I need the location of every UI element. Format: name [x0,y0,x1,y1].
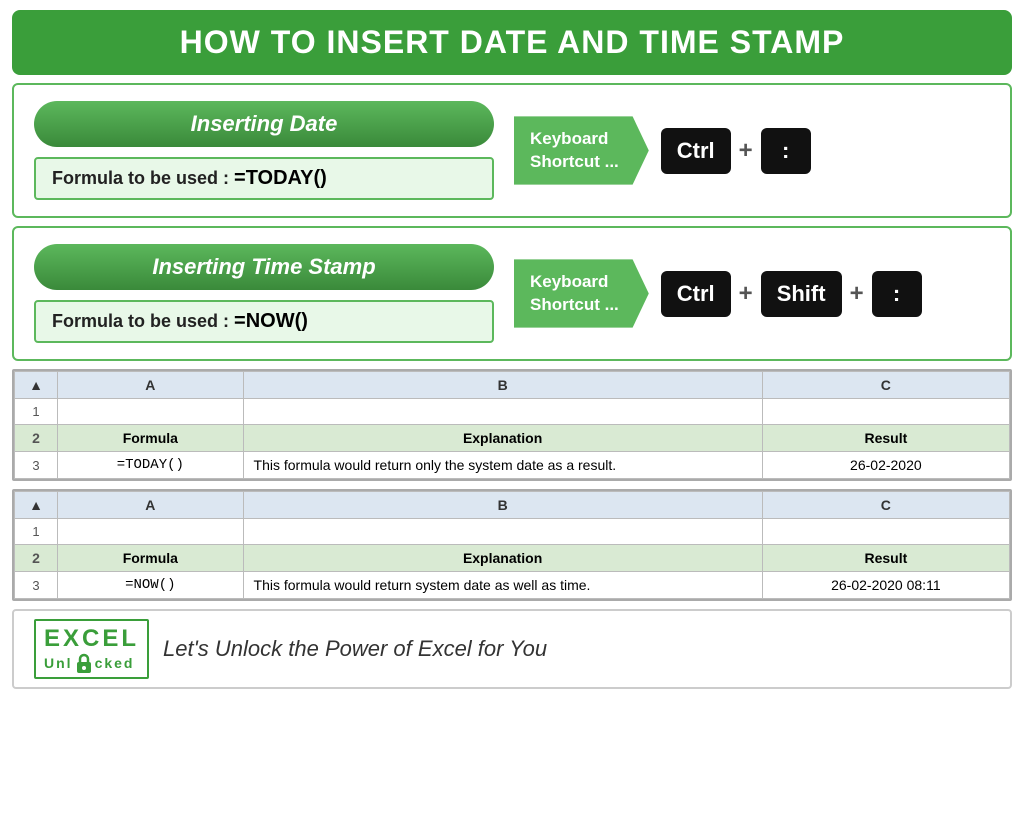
table-now-header: ▲ A B C [15,492,1010,519]
logo-excel-word: EXCEL [44,625,139,653]
key-ctrl-date: Ctrl [661,128,731,174]
footer-tagline: Let's Unlock the Power of Excel for You [163,636,547,662]
row3-num2: 3 [15,572,58,599]
section-date-title-btn: Inserting Date [34,101,494,147]
key-colon-date: : [761,128,811,174]
keys-row-time: Ctrl + Shift + : [661,271,922,317]
key-colon-label: : [782,138,789,163]
col-c-header: C [762,372,1009,399]
table-now-row2: 2 Formula Explanation Result [15,545,1010,572]
keys-row-date: Ctrl + : [661,128,811,174]
lock-icon [75,653,93,673]
row2-result-header2: Result [762,545,1009,572]
row3-formula-cell: =TODAY() [58,452,243,479]
row2-explanation-header: Explanation [243,425,762,452]
keyboard-shortcut-label-time: KeyboardShortcut ... [514,259,649,327]
table-today-header: ▲ A B C [15,372,1010,399]
title-bar: HOW TO INSERT DATE AND TIME STAMP [12,10,1012,75]
section-inserting-date: Inserting Date Formula to be used : =TOD… [12,83,1012,218]
col-a-header: A [58,372,243,399]
row2-formula-header2: Formula [58,545,243,572]
table-today: ▲ A B C 1 2 Formula Explanation Resul [14,371,1010,479]
col-c-header2: C [762,492,1009,519]
keyboard-shortcut-label-date: KeyboardShortcut ... [514,116,649,184]
section-date-left: Inserting Date Formula to be used : =TOD… [34,101,494,200]
row1-num: 1 [15,399,58,425]
key-ctrl-time-label: Ctrl [677,281,715,306]
row2-formula-header: Formula [58,425,243,452]
logo-unlocked-text: Unl cked [44,653,139,673]
key-shift-time: Shift [761,271,842,317]
table-today-row3: 3 =TODAY() This formula would return onl… [15,452,1010,479]
col-rownum-header2: ▲ [15,492,58,519]
row1-b2 [243,519,762,545]
section-time-formula-box: Formula to be used : =NOW() [34,300,494,343]
table-now-row1: 1 [15,519,1010,545]
row3-explanation-cell2: This formula would return system date as… [243,572,762,599]
section-date-formula-label: Formula to be used : [52,168,234,188]
section-date-formula-box: Formula to be used : =TODAY() [34,157,494,200]
keyboard-label-text-date: KeyboardShortcut ... [530,128,619,172]
section-time-formula-label: Formula to be used : [52,311,234,331]
section-inserting-time: Inserting Time Stamp Formula to be used … [12,226,1012,361]
row1-b [243,399,762,425]
section-time-title-btn: Inserting Time Stamp [34,244,494,290]
plus-sign-2: + [739,280,753,308]
row2-result-header: Result [762,425,1009,452]
row1-a2 [58,519,243,545]
table-now: ▲ A B C 1 2 Formula Explanation Resul [14,491,1010,599]
logo-excel-text: EXCEL Unl cked [44,625,139,673]
row2-explanation-header2: Explanation [243,545,762,572]
plus-sign-1: + [739,137,753,165]
footer: EXCEL Unl cked Let's Unlock the Power of… [12,609,1012,689]
page-title: HOW TO INSERT DATE AND TIME STAMP [32,24,992,61]
table-now-row3: 3 =NOW() This formula would return syste… [15,572,1010,599]
spreadsheet-today: ▲ A B C 1 2 Formula Explanation Resul [12,369,1012,481]
unl-text: Unl [44,655,73,671]
key-colon-time-label: : [893,281,900,306]
row3-num: 3 [15,452,58,479]
row1-c2 [762,519,1009,545]
section-time-formula: =NOW() [234,310,308,332]
key-shift-label: Shift [777,281,826,306]
col-b-header: B [243,372,762,399]
footer-tagline-text: Let's Unlock the Power of Excel for You [163,636,547,661]
logo-wrapper: EXCEL Unl cked [34,619,149,679]
row1-c [762,399,1009,425]
cked-text: cked [95,655,135,671]
col-a-header2: A [58,492,243,519]
key-ctrl-label: Ctrl [677,138,715,163]
section-time-title: Inserting Time Stamp [152,254,375,279]
row3-result-cell2: 26-02-2020 08:11 [762,572,1009,599]
spreadsheet-now: ▲ A B C 1 2 Formula Explanation Resul [12,489,1012,601]
row1-a [58,399,243,425]
key-ctrl-time: Ctrl [661,271,731,317]
section-time-left: Inserting Time Stamp Formula to be used … [34,244,494,343]
logo-box: EXCEL Unl cked [34,619,149,679]
row3-explanation-cell: This formula would return only the syste… [243,452,762,479]
section-date-formula: =TODAY() [234,167,327,189]
row1-num2: 1 [15,519,58,545]
row2-num2: 2 [15,545,58,572]
keyboard-label-text-time: KeyboardShortcut ... [530,271,619,315]
col-rownum-header: ▲ [15,372,58,399]
row3-result-cell: 26-02-2020 [762,452,1009,479]
key-colon-time: : [872,271,922,317]
row2-num: 2 [15,425,58,452]
col-b-header2: B [243,492,762,519]
table-today-row2: 2 Formula Explanation Result [15,425,1010,452]
section-time-right: KeyboardShortcut ... Ctrl + Shift + : [514,259,990,327]
table-today-row1: 1 [15,399,1010,425]
section-date-title: Inserting Date [191,111,338,136]
section-date-right: KeyboardShortcut ... Ctrl + : [514,116,990,184]
plus-sign-3: + [850,280,864,308]
row3-formula-cell2: =NOW() [58,572,243,599]
